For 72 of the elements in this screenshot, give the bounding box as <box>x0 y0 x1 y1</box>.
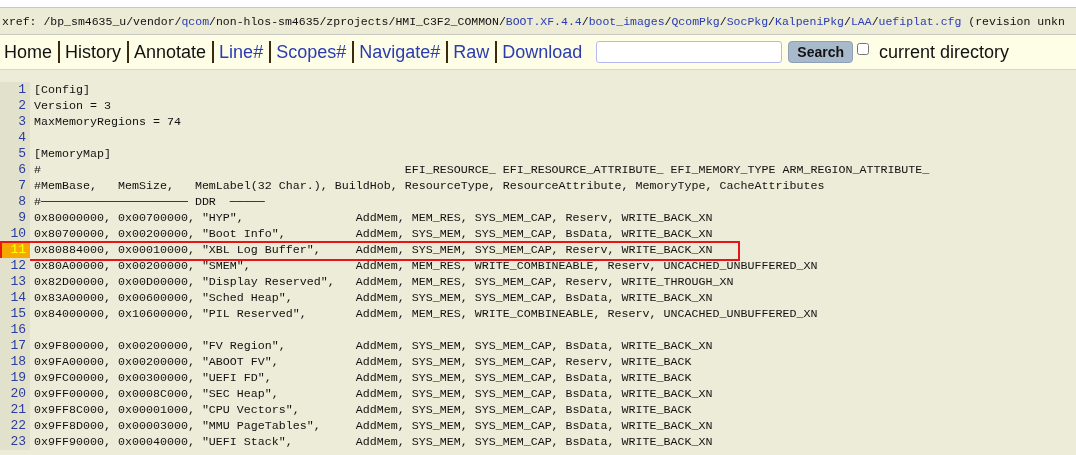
line-number[interactable]: 2 <box>0 98 30 114</box>
path-link[interactable]: boot_images <box>588 14 665 28</box>
line-number[interactable]: 4 <box>0 130 30 146</box>
line-number[interactable]: 1 <box>0 82 30 98</box>
code-line: 0x80000000, 0x00700000, "HYP", AddMem, MEM_RES, SYS_MEM_CAP, Reserv, WRITE_BACK_XN <box>33 210 713 226</box>
code-line: MaxMemoryRegions = 74 <box>33 114 181 130</box>
line-number[interactable]: 8 <box>0 194 30 210</box>
path-link[interactable]: uefiplat.cfg <box>878 14 962 28</box>
line-number[interactable]: 13 <box>0 274 30 290</box>
path-text: / <box>581 14 589 28</box>
line-number[interactable]: 9 <box>0 210 30 226</box>
nav-link[interactable]: Navigate# <box>352 41 447 63</box>
code-line: 0x80A00000, 0x00200000, "SMEM", AddMem, MEM_RES, WRITE_COMBINEABLE, Reserv, UNCACHED_UNBUFFERED_XN <box>33 258 818 274</box>
current-directory-checkbox[interactable] <box>857 43 870 55</box>
line-number[interactable]: 19 <box>0 370 30 386</box>
code-line: 0x9FF00000, 0x0008C000, "SEC Heap", AddMem, SYS_MEM, SYS_MEM_CAP, BsData, WRITE_BACK_XN <box>33 386 713 402</box>
code-line: 0x9FF90000, 0x00040000, "UEFI Stack", AddMem, SYS_MEM, SYS_MEM_CAP, BsData, WRITE_BACK_XN <box>33 434 713 450</box>
line-number[interactable]: 6 <box>0 162 30 178</box>
line-number[interactable]: 22 <box>0 418 30 434</box>
line-number[interactable]: 17 <box>0 338 30 354</box>
line-number[interactable]: 10 <box>0 226 30 242</box>
nav-link[interactable]: Download <box>495 41 589 63</box>
line-number[interactable]: 21 <box>0 402 30 418</box>
line-number[interactable]: 16 <box>0 322 30 338</box>
nav-link[interactable]: History <box>58 41 128 63</box>
path-link[interactable]: SocPkg <box>726 14 769 28</box>
path-text: xref: /bp_sm4635_u/vendor/ <box>2 14 182 28</box>
code-line: #───────────────────── DDR ───── <box>33 194 265 210</box>
nav-link[interactable]: Scopes# <box>269 41 353 63</box>
line-number[interactable]: 7 <box>0 178 30 194</box>
code-line: #MemBase, MemSize, MemLabel(32 Char.), BuildHob, ResourceType, ResourceAttribute, MemoryType, CacheAttributes <box>33 178 825 194</box>
search-button[interactable]: Search <box>788 41 854 63</box>
line-number[interactable]: 5 <box>0 146 30 162</box>
path-text: / <box>719 14 727 28</box>
nav-link[interactable]: Line# <box>212 41 270 63</box>
code-line: 0x9FF8D000, 0x00003000, "MMU PageTables", AddMem, SYS_MEM, SYS_MEM_CAP, BsData, WRITE_BACK_XN <box>33 418 713 434</box>
code-line: # EFI_RESOURCE_ EFI_RESOURCE_ATTRIBUTE_ EFI_MEMORY_TYPE ARM_REGION_ATTRIBUTE_ <box>33 162 930 178</box>
code-line: 0x82D00000, 0x00D00000, "Display Reserved", AddMem, MEM_RES, SYS_MEM_CAP, Reserv, WRITE_THROUGH_XN <box>33 274 734 290</box>
checkbox-label: current directory <box>879 41 1010 63</box>
line-number[interactable]: 23 <box>0 434 30 450</box>
code-line: 0x9FC00000, 0x00300000, "UEFI FD", AddMem, SYS_MEM, SYS_MEM_CAP, BsData, WRITE_BACK <box>33 370 692 386</box>
path-text: / <box>768 14 775 28</box>
line-number[interactable]: 18 <box>0 354 30 370</box>
path-text: / <box>844 14 851 28</box>
path-text: (revision unkn <box>967 14 1065 28</box>
nav-link[interactable]: Annotate <box>127 41 213 63</box>
code-line: Version = 3 <box>33 98 111 114</box>
code-line: 0x84000000, 0x10600000, "PIL Reserved", AddMem, MEM_RES, WRITE_COMBINEABLE, Reserv, UNCACHED_UNBUFFERED_XN <box>33 306 818 322</box>
line-number[interactable]: 20 <box>0 386 30 402</box>
code-line: 0x9F800000, 0x00200000, "FV Region", AddMem, SYS_MEM, SYS_MEM_CAP, BsData, WRITE_BACK_XN <box>33 338 713 354</box>
path-link[interactable]: qcom <box>181 14 210 28</box>
code-line: 0x83A00000, 0x00600000, "Sched Heap", AddMem, SYS_MEM, SYS_MEM_CAP, BsData, WRITE_BACK_XN <box>33 290 713 306</box>
path-text: /non-hlos-sm4635/zprojects/HMI_C3F2_COMMON/ <box>209 14 506 28</box>
code-line: [Config] <box>33 82 90 98</box>
line-number[interactable]: 3 <box>0 114 30 130</box>
path-link[interactable]: LAA <box>850 14 872 28</box>
search-field[interactable] <box>596 41 783 63</box>
path-link[interactable]: BOOT.XF.4.4 <box>505 14 582 28</box>
code-line: 0x9FA00000, 0x00200000, "ABOOT FV", AddMem, SYS_MEM, SYS_MEM_CAP, Reserv, WRITE_BACK <box>33 354 692 370</box>
line-number[interactable]: 14 <box>0 290 30 306</box>
nav-link[interactable]: Raw <box>446 41 496 63</box>
path-text: / <box>871 14 879 28</box>
path-text: / <box>664 14 672 28</box>
code-line: 0x80884000, 0x00010000, "XBL Log Buffer", AddMem, SYS_MEM, SYS_MEM_CAP, Reserv, WRITE_BACK_XN <box>33 242 713 258</box>
line-number[interactable]: 15 <box>0 306 30 322</box>
path-link[interactable]: KalpeniPkg <box>775 14 844 28</box>
code-line: 0x9FF8C000, 0x00001000, "CPU Vectors", AddMem, SYS_MEM, SYS_MEM_CAP, BsData, WRITE_BACK <box>33 402 692 418</box>
code-line: [MemoryMap] <box>33 146 111 162</box>
code-line: 0x80700000, 0x00200000, "Boot Info", AddMem, SYS_MEM, SYS_MEM_CAP, BsData, WRITE_BACK_XN <box>33 226 713 242</box>
line-number[interactable]: 12 <box>0 258 30 274</box>
path-link[interactable]: QcomPkg <box>671 14 720 28</box>
nav-link[interactable]: Home <box>4 41 58 63</box>
